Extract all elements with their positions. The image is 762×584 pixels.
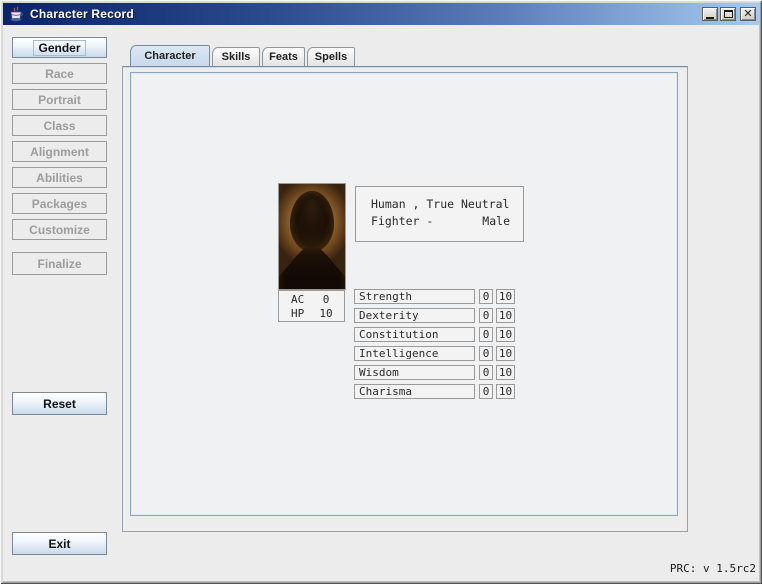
class-text: Fighter - <box>371 213 433 230</box>
ability-base: 0 <box>479 289 493 304</box>
ability-base: 0 <box>479 365 493 380</box>
ability-name: Constitution <box>354 327 475 342</box>
java-coffee-cup-icon <box>8 6 24 22</box>
gender-button[interactable]: Gender <box>12 37 107 58</box>
combat-stats-box: AC 0 HP 10 <box>278 290 345 322</box>
summary-box: Human , True Neutral Fighter - Male <box>355 186 524 242</box>
ac-label: AC <box>291 293 313 307</box>
exit-button[interactable]: Exit <box>12 532 107 555</box>
character-tab-content: Human , True Neutral Fighter - Male AC 0… <box>122 66 688 532</box>
ability-name: Intelligence <box>354 346 475 361</box>
tab-strip: Character Skills Feats Spells <box>130 45 688 66</box>
ability-score: 10 <box>496 289 515 304</box>
ability-base: 0 <box>479 327 493 342</box>
close-button[interactable]: ✕ <box>740 7 756 21</box>
minimize-icon <box>706 17 714 19</box>
finalize-button[interactable]: Finalize <box>12 252 107 275</box>
hp-label: HP <box>291 307 313 321</box>
character-summary-panel: Human , True Neutral Fighter - Male AC 0… <box>130 72 678 516</box>
maximize-button[interactable] <box>720 7 736 21</box>
ability-base: 0 <box>479 308 493 323</box>
minimize-button[interactable] <box>702 7 718 21</box>
ac-value: 0 <box>313 293 339 307</box>
tab-skills[interactable]: Skills <box>212 47 260 66</box>
character-tabbed-pane: Character Skills Feats Spells Human , Tr… <box>122 45 688 532</box>
character-portrait-image <box>278 183 346 290</box>
ability-base: 0 <box>479 346 493 361</box>
ability-name: Charisma <box>354 384 475 399</box>
tab-feats[interactable]: Feats <box>262 47 305 66</box>
prc-version-label: PRC: v 1.5rc2 <box>670 562 756 575</box>
portrait-button[interactable]: Portrait <box>12 89 107 110</box>
close-icon: ✕ <box>743 9 752 19</box>
ability-score: 10 <box>496 346 515 361</box>
ability-name: Wisdom <box>354 365 475 380</box>
ability-base: 0 <box>479 384 493 399</box>
hp-value: 10 <box>313 307 339 321</box>
tab-spells[interactable]: Spells <box>307 47 355 66</box>
character-record-window: Character Record ✕ Gender Race Portrait … <box>0 0 762 584</box>
packages-button[interactable]: Packages <box>12 193 107 214</box>
ability-name: Dexterity <box>354 308 475 323</box>
race-alignment-text: Human , True Neutral <box>371 196 510 213</box>
portrait-shoulders-shape <box>279 242 345 290</box>
gender-text: Male <box>482 213 510 230</box>
abilities-button[interactable]: Abilities <box>12 167 107 188</box>
tab-character[interactable]: Character <box>130 45 210 66</box>
race-button[interactable]: Race <box>12 63 107 84</box>
ability-score: 10 <box>496 365 515 380</box>
customize-button[interactable]: Customize <box>12 219 107 240</box>
ability-score: 10 <box>496 327 515 342</box>
class-button[interactable]: Class <box>12 115 107 136</box>
portrait-head-shape <box>290 191 334 251</box>
maximize-icon <box>724 10 733 18</box>
ability-score: 10 <box>496 384 515 399</box>
alignment-button[interactable]: Alignment <box>12 141 107 162</box>
window-title: Character Record <box>30 7 702 21</box>
title-bar[interactable]: Character Record ✕ <box>3 3 759 25</box>
reset-button[interactable]: Reset <box>12 392 107 415</box>
gender-button-label: Gender <box>34 41 84 55</box>
ability-name: Strength <box>354 289 475 304</box>
ability-score: 10 <box>496 308 515 323</box>
